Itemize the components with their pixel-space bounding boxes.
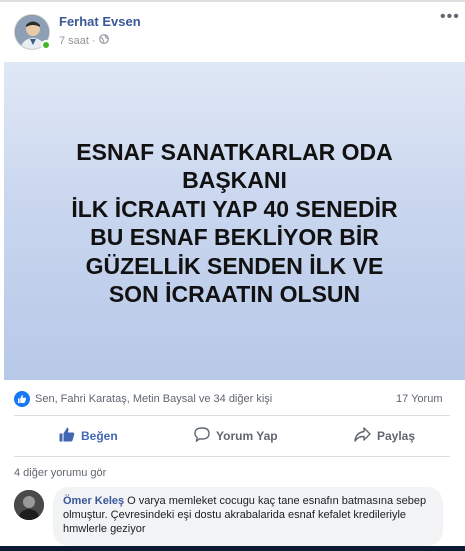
thumbs-up-icon — [59, 427, 75, 445]
view-more-comments-link[interactable]: 4 diğer yorumu gör — [14, 467, 106, 479]
share-label: Paylaş — [377, 429, 416, 443]
post-meta: 7 saat · — [59, 34, 109, 47]
comment-button[interactable]: Yorum Yap — [194, 416, 278, 456]
commenter-avatar[interactable] — [14, 490, 44, 520]
image-text-line: GÜZELLİK SENDEN İLK VE — [85, 252, 384, 279]
reactions-text: Sen, Fahri Karataş, Metin Baysal ve 34 d… — [35, 393, 273, 405]
like-reaction-icon — [14, 391, 30, 407]
post-author-name[interactable]: Ferhat Evsen — [59, 14, 141, 29]
like-label: Beğen — [81, 429, 118, 443]
image-text-line: BU ESNAF BEKLİYOR BİR — [90, 224, 379, 250]
share-button[interactable]: Paylaş — [354, 416, 415, 456]
like-button[interactable]: Beğen — [59, 416, 118, 456]
image-text-line: SON İCRAATIN OLSUN — [108, 281, 361, 307]
post-image[interactable]: ESNAF SANATKARLAR ODA BAŞKANI İLK İCRAAT… — [4, 62, 465, 380]
image-text-line: İLK İCRAATI YAP 40 SENEDİR — [71, 195, 398, 222]
post-image-text: ESNAF SANATKARLAR ODA BAŞKANI İLK İCRAAT… — [71, 134, 397, 309]
more-options-icon[interactable]: ••• — [440, 8, 460, 26]
post-action-bar: Beğen Yorum Yap Paylaş — [14, 416, 450, 456]
image-text-line: BAŞKANI — [182, 167, 287, 193]
share-icon — [354, 427, 371, 445]
meta-separator: · — [91, 34, 96, 47]
comment-bubble: Ömer Keleş O varya memleket cocugu kaç ta… — [53, 487, 443, 546]
comment-author[interactable]: Ömer Keleş — [63, 495, 124, 507]
reactions-summary[interactable]: Sen, Fahri Karataş, Metin Baysal ve 34 d… — [14, 391, 272, 407]
globe-icon — [98, 34, 109, 47]
online-status-dot — [41, 40, 51, 50]
divider — [14, 456, 450, 457]
bottom-frame-border — [0, 546, 465, 551]
comment-icon — [194, 427, 210, 445]
comment-label: Yorum Yap — [216, 429, 278, 443]
image-text-line: ESNAF SANATKARLAR ODA — [76, 138, 393, 165]
post-header: Ferhat Evsen 7 saat · ••• — [0, 0, 465, 62]
comment-count[interactable]: 17 Yorum — [396, 393, 442, 405]
post-timestamp[interactable]: 7 saat — [59, 35, 89, 47]
